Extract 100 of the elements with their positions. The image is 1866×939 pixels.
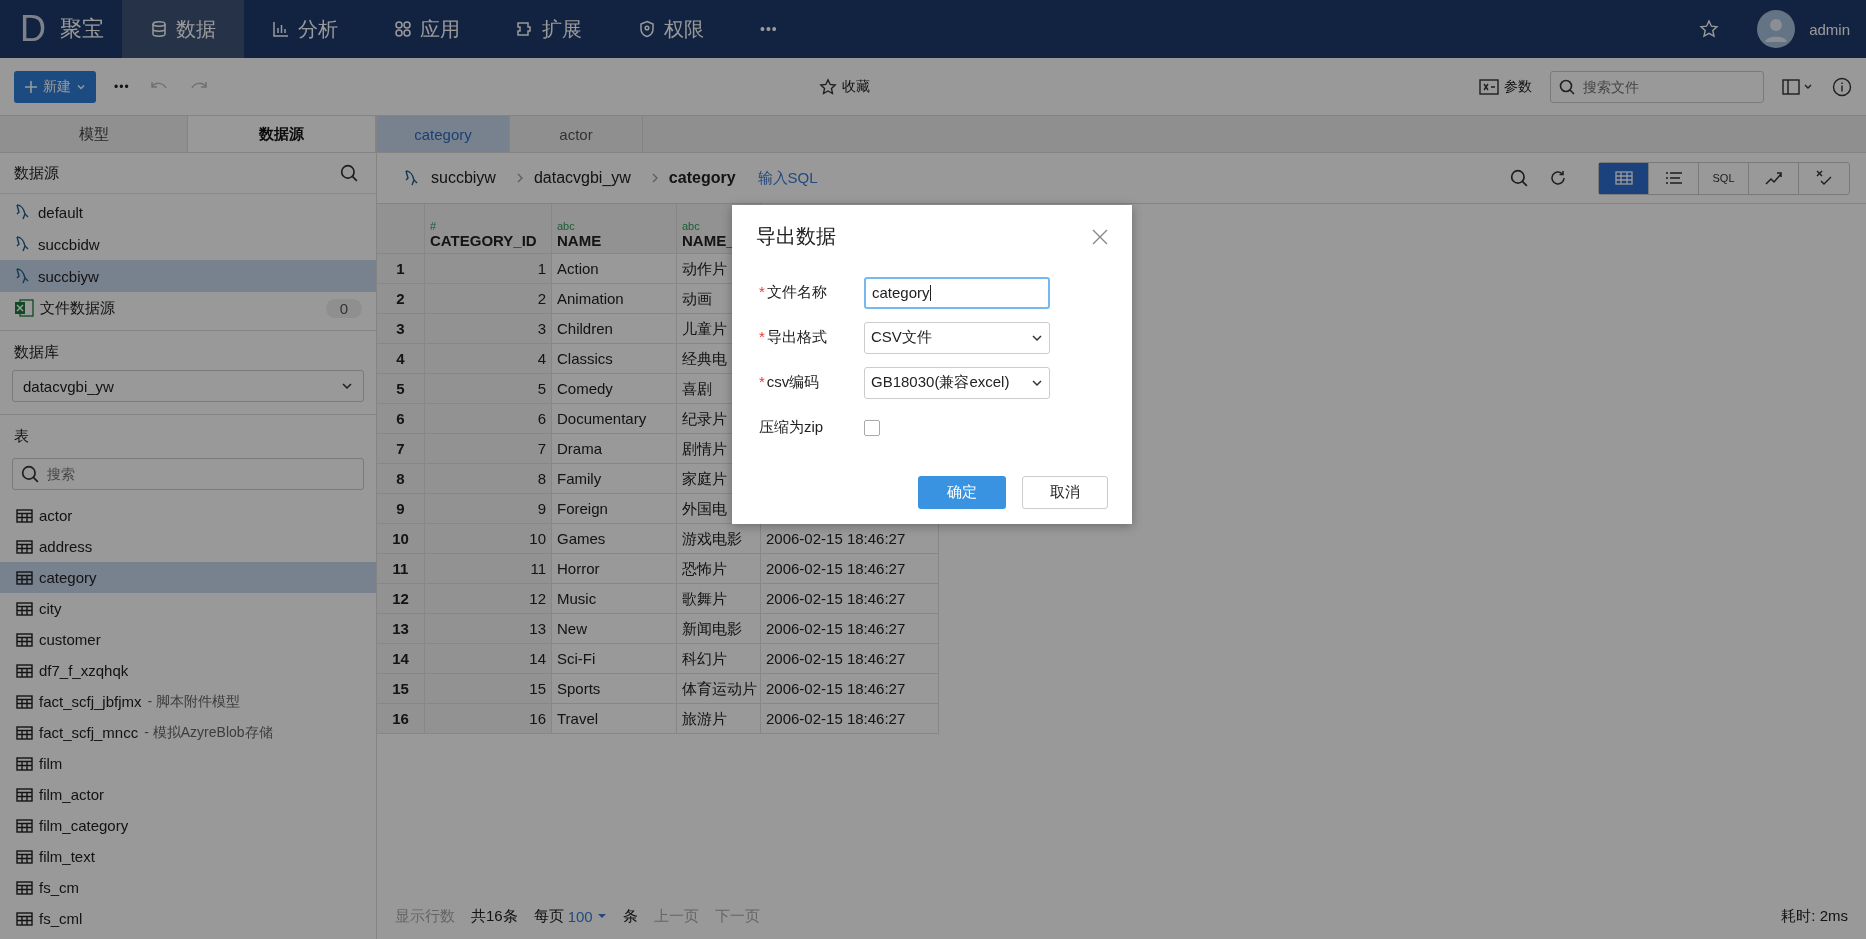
breadcrumb-item[interactable]: datacvgbi_yw xyxy=(533,169,631,187)
nav-tab[interactable]: 扩展 xyxy=(488,0,610,58)
sql-view-button[interactable]: SQL xyxy=(1699,162,1749,194)
section-title: 数据库 xyxy=(13,342,60,362)
search-icon[interactable] xyxy=(340,164,358,182)
sidebar-tab[interactable]: 模型 xyxy=(0,116,188,152)
column-header[interactable]: NAME xyxy=(557,232,671,249)
row-number: 9 xyxy=(377,494,425,524)
table-item[interactable]: film_category xyxy=(0,810,376,841)
row-number: 6 xyxy=(377,404,425,434)
column-type: abc xyxy=(682,220,701,232)
table-icon xyxy=(16,756,33,771)
table-cell: Animation xyxy=(552,284,677,314)
search-field[interactable]: 搜索 xyxy=(12,458,364,490)
select-field[interactable]: CSV文件 xyxy=(864,321,1050,354)
info-icon[interactable] xyxy=(1832,76,1852,97)
table-item[interactable]: film xyxy=(0,748,376,779)
table-note: - 模拟AzyreBlob存储 xyxy=(144,723,273,742)
table-icon xyxy=(16,508,33,523)
nav-tab[interactable]: 权限 xyxy=(610,0,732,58)
total-count: 共16条 xyxy=(471,906,518,926)
table-icon xyxy=(16,663,33,678)
search-icon xyxy=(21,465,39,483)
star-icon[interactable] xyxy=(1699,19,1720,39)
formula-icon xyxy=(1479,78,1499,95)
table-item[interactable]: actor xyxy=(0,500,376,531)
nav-tab[interactable]: 应用 xyxy=(366,0,488,58)
view-button[interactable] xyxy=(1599,162,1649,194)
table-item[interactable]: fs_cm xyxy=(0,872,376,903)
table-item[interactable]: fs_cml xyxy=(0,903,376,934)
confirm-button[interactable]: 确定 xyxy=(918,476,1006,509)
database-icon xyxy=(150,20,168,38)
table-cell: 恐怖片 xyxy=(677,554,761,584)
row-number: 15 xyxy=(377,674,425,704)
table-cell: Horror xyxy=(552,554,677,584)
table-item[interactable]: fact_scfj_jbfjmx - 脚本附件模型 xyxy=(0,686,376,717)
nav-tab[interactable]: 分析 xyxy=(244,0,366,58)
more-menu[interactable]: ••• xyxy=(732,0,806,58)
select-field[interactable]: GB18030(兼容excel) xyxy=(864,366,1050,399)
table-icon xyxy=(16,570,33,585)
table-cell: 14 xyxy=(425,644,552,674)
datasource-item[interactable]: succbidw xyxy=(0,228,376,260)
close-icon[interactable] xyxy=(1092,228,1108,245)
search-input[interactable]: 搜索文件 xyxy=(1583,78,1755,95)
table-cell: Family xyxy=(552,464,677,494)
table-cell: 12 xyxy=(425,584,552,614)
datasource-item[interactable]: succbiyw xyxy=(0,260,376,292)
table-cell: 4 xyxy=(425,344,552,374)
table-cell: Children xyxy=(552,314,677,344)
new-button[interactable]: 新建 xyxy=(14,70,96,103)
table-cell: 16 xyxy=(425,704,552,734)
row-number: 13 xyxy=(377,614,425,644)
avatar-icon[interactable] xyxy=(1757,10,1796,48)
row-number: 3 xyxy=(377,314,425,344)
column-type: abc xyxy=(557,220,576,232)
more-button[interactable]: ••• xyxy=(114,79,130,94)
table-item[interactable]: film_actor xyxy=(0,779,376,810)
table-cell: 3 xyxy=(425,314,552,344)
table-item[interactable]: df7_f_xzqhqk xyxy=(0,655,376,686)
row-number: 11 xyxy=(377,554,425,584)
table-item[interactable]: category xyxy=(0,562,376,593)
breadcrumb-item[interactable]: category xyxy=(668,169,736,187)
datasource-item[interactable]: default xyxy=(0,196,376,228)
refresh-icon[interactable] xyxy=(1548,168,1568,188)
search-input[interactable]: 搜索 xyxy=(47,466,355,482)
table-cell: Sports xyxy=(552,674,677,704)
elapsed-time: 耗时: 2ms xyxy=(1781,906,1848,926)
shield-icon xyxy=(638,20,656,38)
table-cell: Comedy xyxy=(552,374,677,404)
table-icon xyxy=(16,818,33,833)
favorite-button[interactable]: 收藏 xyxy=(818,77,870,96)
table-cell: Classics xyxy=(552,344,677,374)
datasource-item[interactable]: 文件数据源 0 xyxy=(0,292,376,324)
table-item[interactable]: fact_scfj_mncc - 模拟AzyreBlob存储 xyxy=(0,717,376,748)
cancel-button[interactable]: 取消 xyxy=(1022,476,1108,509)
breadcrumb-item[interactable]: succbiyw xyxy=(431,169,496,187)
section-title: 数据源 xyxy=(14,163,59,183)
table-item[interactable]: address xyxy=(0,531,376,562)
row-number: 4 xyxy=(377,344,425,374)
column-header[interactable]: CATEGORY_ID xyxy=(430,232,537,249)
table-item[interactable]: city xyxy=(0,593,376,624)
search-icon[interactable] xyxy=(1510,169,1528,187)
table-cell: 新闻电影 xyxy=(677,614,761,644)
file-name-field[interactable]: category xyxy=(864,276,1050,309)
table-cell: 2006-02-15 18:46:27 xyxy=(761,614,939,644)
column-type: # xyxy=(430,220,437,232)
nav-tab[interactable]: 数据 xyxy=(122,0,244,58)
search-field[interactable]: 搜索文件 xyxy=(1550,70,1764,103)
table-cell: 15 xyxy=(425,674,552,704)
document-tab[interactable]: actor xyxy=(510,116,643,152)
checkbox[interactable] xyxy=(864,419,880,436)
table-cell: Travel xyxy=(552,704,677,734)
table-item[interactable]: film_text xyxy=(0,841,376,872)
table-cell: 9 xyxy=(425,494,552,524)
params-button[interactable]: 参数 xyxy=(1479,77,1532,96)
table-item[interactable]: customer xyxy=(0,624,376,655)
user-name[interactable]: admin xyxy=(1809,20,1850,38)
layout-icon[interactable] xyxy=(1782,77,1814,96)
database-select[interactable]: datacvgbi_yw xyxy=(12,370,364,402)
table-icon xyxy=(16,911,33,926)
